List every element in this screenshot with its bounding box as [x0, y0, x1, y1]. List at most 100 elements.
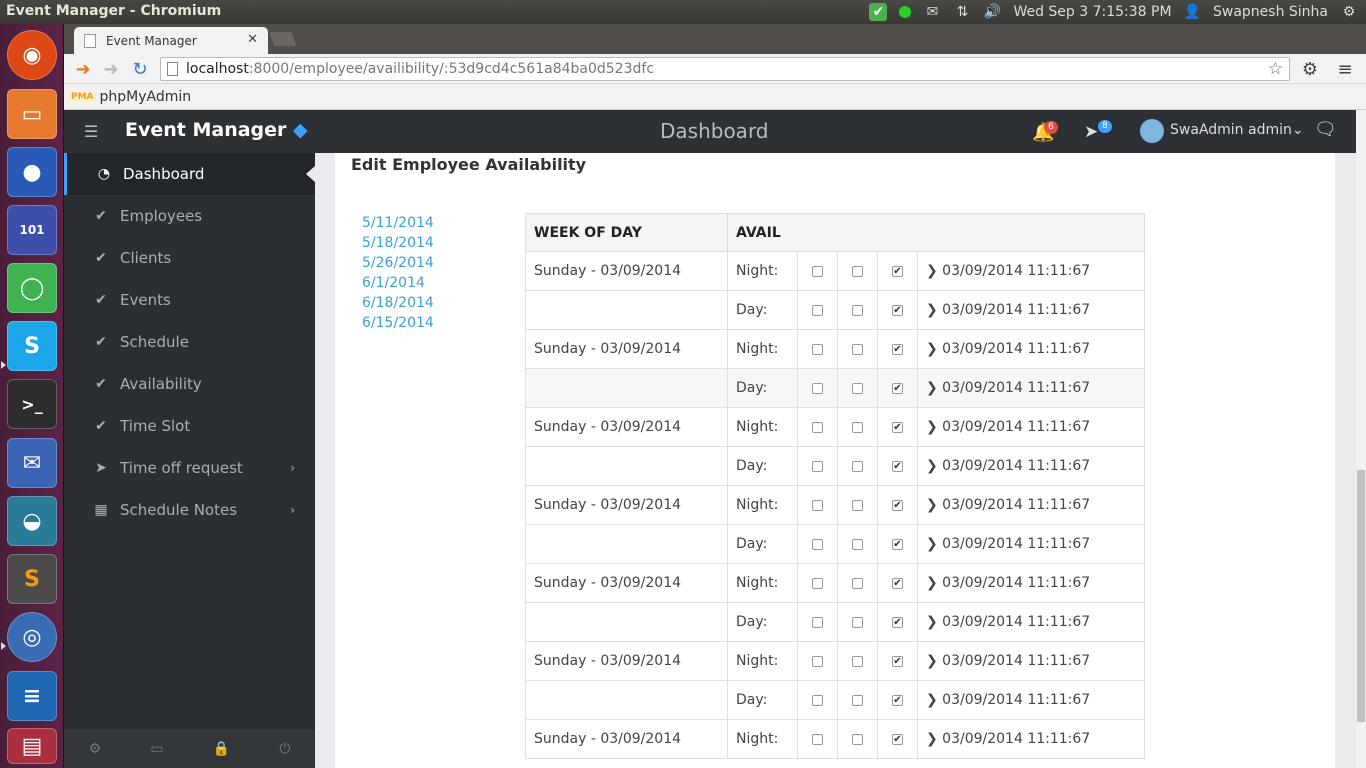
forward-arrow-icon[interactable]: ➜	[100, 59, 122, 80]
chromium-icon[interactable]: ◎	[7, 612, 57, 662]
date-link[interactable]: 6/18/2014	[362, 293, 434, 313]
date-link[interactable]: 6/1/2014	[362, 273, 434, 293]
status-dot-icon[interactable]	[899, 6, 912, 18]
avail-checkbox[interactable]: ✔	[892, 538, 903, 550]
terminal-icon[interactable]: >_	[7, 379, 57, 429]
bookmark-star-icon[interactable]: ☆	[1268, 58, 1283, 80]
new-tab-button[interactable]	[269, 32, 297, 46]
user-menu[interactable]: SwaAdmin admin⌄	[1170, 122, 1304, 138]
sidebar-item-events[interactable]: ✔ Events	[64, 279, 315, 321]
firefox-icon[interactable]: ●	[7, 147, 57, 197]
avail-checkbox[interactable]	[852, 382, 863, 394]
sidebar-item-clients[interactable]: ✔ Clients	[64, 237, 315, 279]
avail-checkbox[interactable]	[812, 343, 823, 355]
writer-icon[interactable]: ≡	[7, 671, 57, 721]
webcam-icon[interactable]: ◯	[7, 263, 57, 313]
address-bar[interactable]: localhost:8000/employee/availibility/:53…	[160, 57, 1290, 81]
avail-checkbox[interactable]	[812, 460, 823, 472]
avail-checkbox[interactable]	[812, 265, 823, 277]
avail-checkbox[interactable]	[812, 655, 823, 667]
sidebar-item-availability[interactable]: ✔ Availability	[64, 363, 315, 405]
avail-checkbox[interactable]	[812, 694, 823, 706]
sidebar-item-schedule[interactable]: ✔ Schedule	[64, 321, 315, 363]
avail-checkbox[interactable]	[852, 577, 863, 589]
sublime-icon[interactable]: S	[7, 554, 57, 604]
sidebar-item-employees[interactable]: ✔ Employees	[64, 195, 315, 237]
avail-checkbox[interactable]	[812, 499, 823, 511]
brand-logo[interactable]: Event Manager ◆	[125, 119, 308, 141]
avail-checkbox[interactable]	[812, 421, 823, 433]
sidebar-item-schedule-notes[interactable]: ▦ Schedule Notes ›	[64, 489, 315, 531]
avail-checkbox[interactable]: ✔	[892, 577, 903, 589]
close-tab-icon[interactable]: ✕	[247, 32, 258, 47]
avail-checkbox[interactable]: ✔	[892, 265, 903, 277]
avail-checkbox[interactable]	[852, 616, 863, 628]
avail-checkbox[interactable]: ✔	[892, 655, 903, 667]
remote-desktop-icon[interactable]: ◒	[7, 496, 57, 546]
sidebar-item-time-off-request[interactable]: ➤ Time off request ›	[64, 447, 315, 489]
back-arrow-icon[interactable]: ➜	[72, 59, 94, 80]
mail-icon[interactable]: ✉	[923, 3, 941, 21]
avail-checkbox[interactable]	[812, 538, 823, 550]
settings-gear-icon[interactable]: ⚙	[1299, 59, 1321, 80]
page-scrollbar[interactable]	[1356, 110, 1366, 768]
volume-icon[interactable]: 🔊	[983, 3, 1001, 21]
avail-checkbox[interactable]: ✔	[892, 343, 903, 355]
avatar[interactable]	[1140, 119, 1164, 143]
avail-checkbox[interactable]: ✔	[892, 304, 903, 316]
page-info-icon[interactable]	[167, 62, 178, 76]
scrollbar-thumb[interactable]	[1357, 470, 1365, 722]
ubuntu-dash-icon[interactable]: ◉	[7, 30, 57, 80]
avail-checkbox[interactable]	[812, 382, 823, 394]
text-editor-icon[interactable]: 101	[7, 205, 57, 255]
menu-toggle-icon[interactable]: ☰	[84, 122, 98, 141]
check-tray-icon[interactable]: ✔	[869, 3, 888, 21]
date-link[interactable]: 5/18/2014	[362, 233, 434, 253]
impress-icon[interactable]: ▤	[7, 728, 57, 764]
avail-checkbox[interactable]: ✔	[892, 382, 903, 394]
avail-checkbox[interactable]	[852, 343, 863, 355]
avail-checkbox[interactable]	[852, 460, 863, 472]
avail-checkbox[interactable]	[852, 304, 863, 316]
power-icon[interactable]: ⏻	[279, 741, 290, 757]
os-user-name[interactable]: Swapnesh Sinha	[1213, 4, 1328, 20]
paper-plane-icon[interactable]: ➤	[1084, 122, 1098, 142]
bookmark-phpmyadmin[interactable]: phpMyAdmin	[100, 89, 192, 105]
avail-checkbox[interactable]	[852, 733, 863, 745]
avail-checkbox[interactable]	[812, 733, 823, 745]
avail-checkbox[interactable]	[852, 499, 863, 511]
date-link[interactable]: 6/15/2014	[362, 313, 434, 333]
avail-checkbox[interactable]	[852, 265, 863, 277]
avail-checkbox[interactable]: ✔	[892, 733, 903, 745]
avail-checkbox[interactable]: ✔	[892, 616, 903, 628]
skype-icon[interactable]: S	[7, 321, 57, 371]
avail-checkbox[interactable]	[852, 655, 863, 667]
avail-checkbox[interactable]: ✔	[892, 421, 903, 433]
avail-checkbox[interactable]	[852, 694, 863, 706]
gear-icon[interactable]: ⚙	[89, 741, 102, 757]
power-gear-icon[interactable]: ⚙	[1340, 3, 1358, 21]
avail-checkbox[interactable]	[812, 304, 823, 316]
phpmyadmin-icon: PMA	[69, 90, 96, 103]
avail-checkbox[interactable]	[852, 538, 863, 550]
network-icon[interactable]: ⇅	[953, 3, 971, 21]
lock-icon[interactable]: 🔒	[213, 741, 230, 757]
avail-checkbox[interactable]	[852, 421, 863, 433]
reload-icon[interactable]: ↻	[129, 59, 151, 80]
avail-checkbox[interactable]	[812, 616, 823, 628]
menu-icon[interactable]: ≡	[1334, 59, 1356, 80]
sidebar-item-dashboard[interactable]: ◔ Dashboard	[64, 153, 315, 195]
files-icon[interactable]: ▭	[7, 89, 57, 139]
avail-checkbox[interactable]: ✔	[892, 694, 903, 706]
thunderbird-icon[interactable]: ✉	[7, 438, 57, 488]
date-link[interactable]: 5/11/2014	[362, 213, 434, 233]
sidebar-item-time-slot[interactable]: ✔ Time Slot	[64, 405, 315, 447]
avail-checkbox[interactable]: ✔	[892, 460, 903, 472]
date-link[interactable]: 5/26/2014	[362, 253, 434, 273]
clock[interactable]: Wed Sep 3 7:15:38 PM	[1013, 4, 1171, 20]
chat-icon[interactable]: 🗨	[1314, 119, 1337, 140]
monitor-icon[interactable]: ▭	[150, 741, 163, 757]
browser-tab[interactable]: Event Manager ✕	[74, 27, 268, 54]
avail-checkbox[interactable]	[812, 577, 823, 589]
avail-checkbox[interactable]: ✔	[892, 499, 903, 511]
